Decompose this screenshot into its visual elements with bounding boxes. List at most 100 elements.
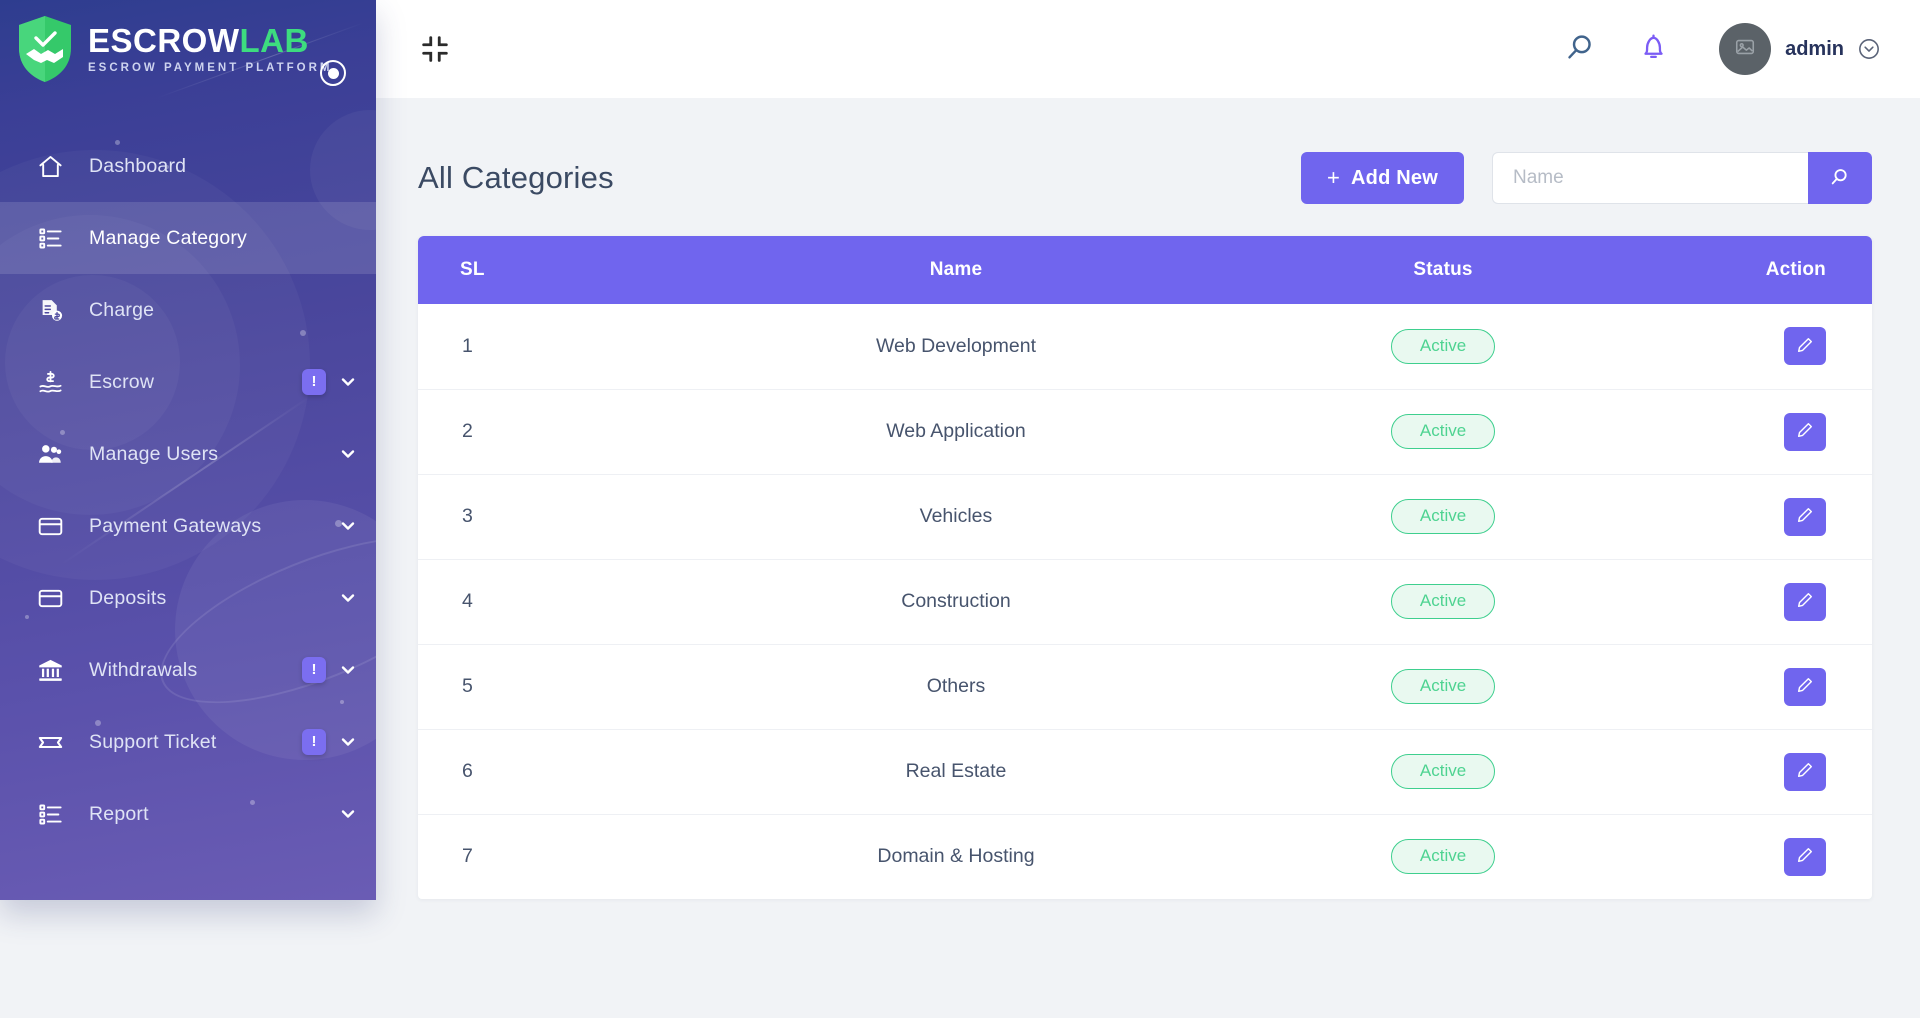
column-header-name: Name <box>665 236 1247 304</box>
sidebar-item-charge[interactable]: Charge <box>0 274 376 346</box>
home-icon <box>33 149 67 183</box>
add-new-button[interactable]: + Add New <box>1301 152 1464 204</box>
cell-status: Active <box>1247 559 1640 644</box>
cell-status: Active <box>1247 729 1640 814</box>
search-icon[interactable] <box>1565 32 1599 66</box>
cell-status: Active <box>1247 474 1640 559</box>
sidebar-item-withdrawals[interactable]: Withdrawals ! <box>0 634 376 706</box>
status-badge: Active <box>1391 669 1495 704</box>
cell-name: Others <box>665 644 1247 729</box>
list-icon <box>33 797 67 831</box>
sidebar-item-support-ticket[interactable]: Support Ticket ! <box>0 706 376 778</box>
table-header-row: SL Name Status Action <box>418 236 1872 304</box>
sidebar-item-label: Dashboard <box>89 155 186 178</box>
cell-action <box>1639 729 1872 814</box>
table-row: 3 Vehicles Active <box>418 474 1872 559</box>
cell-action <box>1639 814 1872 899</box>
chevron-down-icon[interactable] <box>340 518 356 534</box>
collapse-fullscreen-icon[interactable] <box>418 32 452 66</box>
sidebar: ESCROWLAB ESCROW PAYMENT PLATFORM Dashbo… <box>0 0 376 900</box>
image-placeholder-icon <box>1734 36 1756 63</box>
chevron-down-icon[interactable] <box>340 446 356 462</box>
edit-button[interactable] <box>1784 327 1826 365</box>
table-row: 7 Domain & Hosting Active <box>418 814 1872 899</box>
chevron-down-icon[interactable] <box>340 662 356 678</box>
chevron-down-icon[interactable] <box>340 806 356 822</box>
table-row: 2 Web Application Active <box>418 389 1872 474</box>
column-header-status: Status <box>1247 236 1640 304</box>
cell-action <box>1639 559 1872 644</box>
edit-button[interactable] <box>1784 753 1826 791</box>
status-badge: ! <box>302 657 326 683</box>
chevron-down-icon[interactable] <box>340 374 356 390</box>
search-group <box>1492 152 1872 204</box>
sidebar-item-meta: ! <box>302 706 356 778</box>
sidebar-item-meta <box>340 418 356 490</box>
cell-sl: 5 <box>418 644 665 729</box>
sidebar-item-dashboard[interactable]: Dashboard <box>0 130 376 202</box>
brand-text: ESCROWLAB ESCROW PAYMENT PLATFORM <box>88 24 332 75</box>
sidebar-item-label: Payment Gateways <box>89 515 261 538</box>
status-badge: ! <box>302 729 326 755</box>
sidebar-toggle-icon[interactable] <box>320 60 346 86</box>
chevron-down-icon[interactable] <box>340 590 356 606</box>
credit-card-icon <box>33 509 67 543</box>
chevron-down-circle-icon[interactable] <box>1858 38 1880 60</box>
status-badge: Active <box>1391 839 1495 874</box>
edit-pencil-icon <box>1796 761 1814 782</box>
chevron-down-icon[interactable] <box>340 734 356 750</box>
edit-button[interactable] <box>1784 498 1826 536</box>
sidebar-item-label: Manage Category <box>89 227 247 250</box>
column-header-action: Action <box>1639 236 1872 304</box>
sidebar-item-label: Manage Users <box>89 443 218 466</box>
add-new-button-label: Add New <box>1351 167 1438 190</box>
edit-button[interactable] <box>1784 583 1826 621</box>
search-submit-button[interactable] <box>1808 152 1872 204</box>
shield-handshake-icon <box>14 14 76 84</box>
sidebar-item-report[interactable]: Report <box>0 778 376 850</box>
sidebar-item-manage-category[interactable]: Manage Category <box>0 202 376 274</box>
search-icon <box>1829 166 1851 191</box>
sidebar-item-label: Withdrawals <box>89 659 197 682</box>
table-row: 5 Others Active <box>418 644 1872 729</box>
cell-action <box>1639 389 1872 474</box>
sidebar-item-meta <box>340 490 356 562</box>
app-root: ESCROWLAB ESCROW PAYMENT PLATFORM Dashbo… <box>0 0 1920 1018</box>
sidebar-item-manage-users[interactable]: Manage Users <box>0 418 376 490</box>
topbar: admin <box>376 0 1920 98</box>
edit-button[interactable] <box>1784 838 1826 876</box>
sidebar-item-meta <box>340 202 356 274</box>
cell-sl: 6 <box>418 729 665 814</box>
sidebar-item-label: Report <box>89 803 149 826</box>
sidebar-item-label: Support Ticket <box>89 731 216 754</box>
categories-table: SL Name Status Action 1 Web Development … <box>418 236 1872 899</box>
table-row: 4 Construction Active <box>418 559 1872 644</box>
sidebar-item-meta: ! <box>302 346 356 418</box>
cell-sl: 3 <box>418 474 665 559</box>
edit-pencil-icon <box>1796 336 1814 357</box>
users-icon <box>33 437 67 471</box>
document-dollar-icon <box>33 293 67 327</box>
edit-button[interactable] <box>1784 413 1826 451</box>
cell-status: Active <box>1247 644 1640 729</box>
cell-name: Domain & Hosting <box>665 814 1247 899</box>
sidebar-item-escrow[interactable]: Escrow ! <box>0 346 376 418</box>
brand-name-primary: ESCROW <box>88 22 240 59</box>
bell-icon[interactable] <box>1639 32 1673 66</box>
page-header: All Categories + Add New <box>376 98 1920 204</box>
brand-name-accent: LAB <box>240 22 309 59</box>
avatar[interactable] <box>1719 23 1771 75</box>
cell-name: Web Development <box>665 304 1247 389</box>
admin-username: admin <box>1785 38 1844 61</box>
brand-tagline: ESCROW PAYMENT PLATFORM <box>88 63 332 75</box>
status-badge: ! <box>302 369 326 395</box>
sidebar-item-payment-gateways[interactable]: Payment Gateways <box>0 490 376 562</box>
sidebar-item-deposits[interactable]: Deposits <box>0 562 376 634</box>
column-header-sl: SL <box>418 236 665 304</box>
edit-button[interactable] <box>1784 668 1826 706</box>
table-head: SL Name Status Action <box>418 236 1872 304</box>
cell-status: Active <box>1247 389 1640 474</box>
search-input[interactable] <box>1492 152 1808 204</box>
brand-logo[interactable]: ESCROWLAB ESCROW PAYMENT PLATFORM <box>0 0 376 98</box>
sidebar-item-meta <box>340 778 356 850</box>
